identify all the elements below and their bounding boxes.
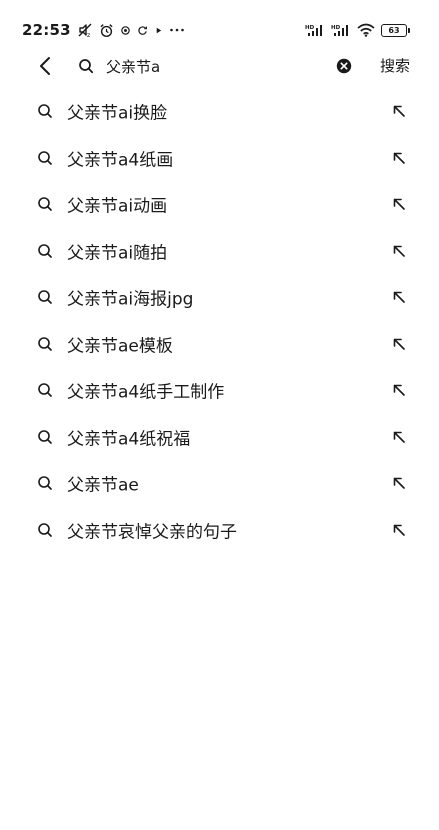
search-header: 搜索 <box>0 44 439 88</box>
signal-hd-2-icon: HD <box>331 20 351 40</box>
fill-arrow-icon[interactable] <box>390 242 408 260</box>
fill-arrow-icon[interactable] <box>390 288 408 306</box>
suggestion-label: 父亲节ai随拍 <box>67 243 168 264</box>
chevron-left-icon <box>40 57 50 75</box>
suggestion-label: 父亲节ae <box>67 475 139 496</box>
suggestion-item[interactable]: 父亲节a4纸祝福 <box>0 414 439 461</box>
status-right: HD HD 63 <box>305 20 410 40</box>
search-submit-button[interactable]: 搜索 <box>380 54 410 78</box>
fill-arrow-icon[interactable] <box>390 102 408 120</box>
suggestion-label: 父亲节哀悼父亲的句子 <box>67 522 237 543</box>
search-box[interactable] <box>72 50 362 82</box>
suggestion-label: 父亲节ai动画 <box>67 196 168 217</box>
suggestion-item[interactable]: 父亲节ai换脸 <box>0 88 439 135</box>
suggestion-item[interactable]: 父亲节ai动画 <box>0 181 439 228</box>
status-left: 22:53 z <box>22 20 185 40</box>
clear-button[interactable] <box>334 56 354 76</box>
suggestion-list: 父亲节ai换脸 父亲节a4纸画 父亲节ai动画 父亲节ai随拍 父亲节ai海报j… <box>0 88 439 553</box>
search-icon <box>38 429 52 444</box>
status-time: 22:53 <box>22 21 71 39</box>
location-icon <box>120 20 131 40</box>
fill-arrow-icon[interactable] <box>390 381 408 399</box>
search-icon <box>38 522 52 537</box>
sync-icon <box>137 20 148 40</box>
back-button[interactable] <box>32 52 60 80</box>
search-icon <box>38 383 52 398</box>
svg-text:HD: HD <box>305 25 315 31</box>
search-icon <box>38 290 52 305</box>
svg-text:HD: HD <box>331 25 341 31</box>
suggestion-item[interactable]: 父亲节哀悼父亲的句子 <box>0 507 439 554</box>
mute-icon: z <box>77 20 93 40</box>
search-icon <box>38 197 52 212</box>
svg-text:z: z <box>87 32 90 38</box>
suggestion-item[interactable]: 父亲节ae <box>0 460 439 507</box>
signal-hd-1-icon: HD <box>305 20 325 40</box>
more-icon <box>169 20 185 40</box>
suggestion-item[interactable]: 父亲节ae模板 <box>0 321 439 368</box>
suggestion-label: 父亲节a4纸画 <box>67 150 174 171</box>
fill-arrow-icon[interactable] <box>390 195 408 213</box>
search-input[interactable] <box>106 54 306 78</box>
search-icon <box>38 150 52 165</box>
search-icon <box>38 104 52 119</box>
play-icon <box>154 20 163 40</box>
suggestion-label: 父亲节ai换脸 <box>67 103 168 124</box>
clear-icon <box>336 58 352 74</box>
alarm-icon <box>99 20 114 40</box>
fill-arrow-icon[interactable] <box>390 149 408 167</box>
fill-arrow-icon[interactable] <box>390 335 408 353</box>
suggestion-item[interactable]: 父亲节a4纸画 <box>0 135 439 182</box>
search-field[interactable] <box>106 54 306 78</box>
suggestion-label: 父亲节a4纸手工制作 <box>67 382 225 403</box>
suggestion-item[interactable]: 父亲节ai随拍 <box>0 228 439 275</box>
suggestion-label: 父亲节ae模板 <box>67 336 173 357</box>
search-icon <box>38 336 52 351</box>
suggestion-item[interactable]: 父亲节a4纸手工制作 <box>0 367 439 414</box>
search-icon <box>38 243 52 258</box>
search-icon <box>38 476 52 491</box>
battery-indicator: 63 <box>381 23 410 37</box>
status-bar: 22:53 z HD HD 63 <box>0 0 439 44</box>
fill-arrow-icon[interactable] <box>390 521 408 539</box>
suggestion-item[interactable]: 父亲节ai海报jpg <box>0 274 439 321</box>
fill-arrow-icon[interactable] <box>390 428 408 446</box>
wifi-icon <box>357 20 375 40</box>
suggestion-label: 父亲节a4纸祝福 <box>67 429 191 450</box>
suggestion-label: 父亲节ai海报jpg <box>67 289 194 310</box>
search-icon <box>76 56 96 76</box>
fill-arrow-icon[interactable] <box>390 474 408 492</box>
